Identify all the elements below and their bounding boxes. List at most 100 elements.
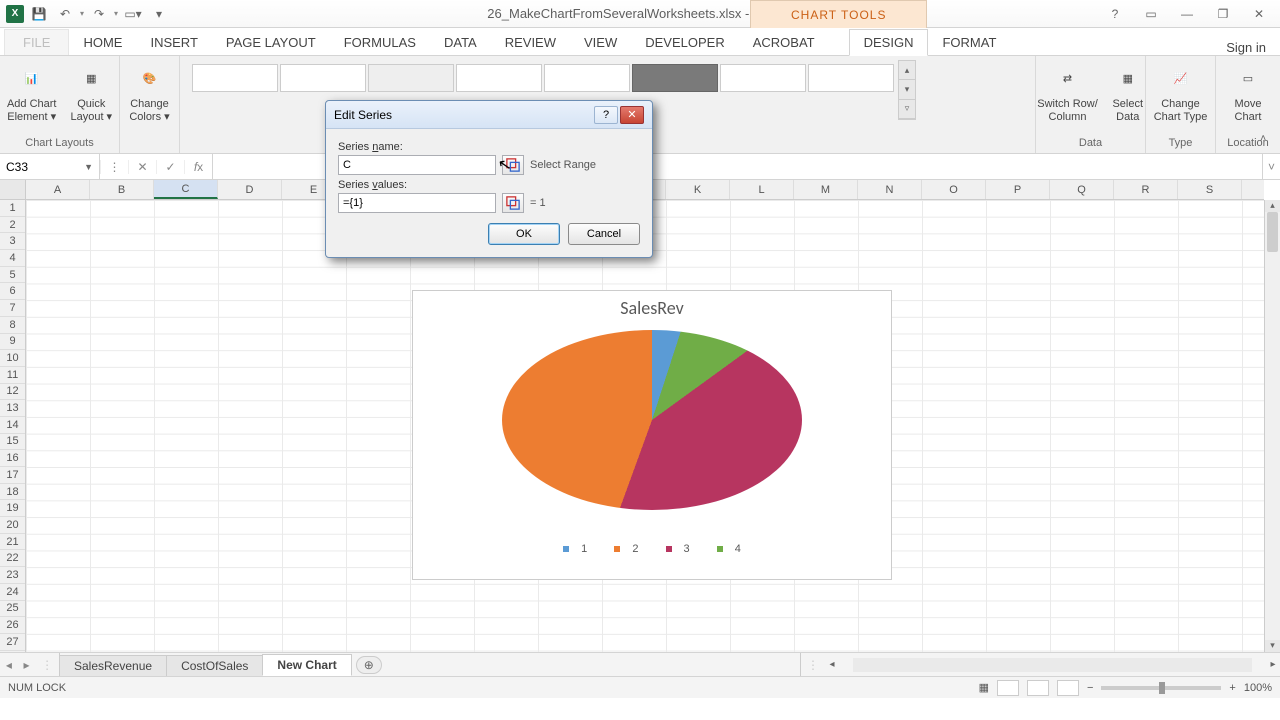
change-colors-button[interactable]: 🎨Change Colors ▾ [123, 60, 175, 128]
sign-in-link[interactable]: Sign in [1226, 40, 1280, 55]
row-header[interactable]: 9 [0, 334, 25, 351]
row-header[interactable]: 1 [0, 200, 25, 217]
view-pagelayout-button[interactable] [1027, 680, 1049, 696]
tab-acrobat[interactable]: ACROBAT [739, 30, 829, 55]
gallery-scroll[interactable]: ▴▾▿ [898, 60, 916, 120]
name-box-input[interactable] [6, 160, 76, 174]
select-all-corner[interactable] [0, 180, 25, 200]
sheet-tab-newchart[interactable]: New Chart [262, 654, 351, 676]
row-header[interactable]: 18 [0, 484, 25, 501]
tab-formulas[interactable]: FORMULAS [330, 30, 430, 55]
vertical-scrollbar[interactable]: ▴ ▾ [1264, 200, 1280, 652]
column-header[interactable]: N [858, 180, 922, 199]
view-normal-button[interactable] [997, 680, 1019, 696]
column-header[interactable]: K [666, 180, 730, 199]
switch-row-column-button[interactable]: ⇄Switch Row/ Column [1031, 60, 1104, 128]
column-header[interactable]: M [794, 180, 858, 199]
zoom-slider[interactable] [1101, 686, 1221, 690]
row-header[interactable]: 19 [0, 500, 25, 517]
macro-record-icon[interactable]: ▦ [979, 681, 989, 694]
horizontal-scrollbar[interactable]: ⋮ ◂▸ [800, 653, 1280, 676]
column-header[interactable]: L [730, 180, 794, 199]
minimize-icon[interactable]: — [1174, 4, 1200, 24]
cancel-button[interactable]: Cancel [568, 223, 640, 245]
name-box[interactable]: ▼ [0, 154, 100, 179]
row-header[interactable]: 27 [0, 634, 25, 651]
pie-chart[interactable] [502, 330, 802, 510]
row-header[interactable]: 24 [0, 584, 25, 601]
add-chart-element-button[interactable]: 📊Add Chart Element ▾ [1, 60, 63, 128]
zoom-out-button[interactable]: − [1087, 682, 1093, 694]
fx-icon[interactable]: fx [184, 160, 212, 174]
sheet-tab-salesrevenue[interactable]: SalesRevenue [59, 655, 167, 676]
row-header[interactable]: 20 [0, 517, 25, 534]
column-header[interactable]: S [1178, 180, 1242, 199]
row-header[interactable]: 5 [0, 267, 25, 284]
ribbon-display-icon[interactable]: ▭ [1138, 4, 1164, 24]
tab-home[interactable]: HOME [69, 30, 136, 55]
sheet-nav-first-icon[interactable]: ◂ [6, 658, 12, 672]
column-header[interactable]: O [922, 180, 986, 199]
qat-customize[interactable]: ▾ [148, 3, 170, 25]
tab-review[interactable]: REVIEW [491, 30, 570, 55]
row-header[interactable]: 7 [0, 300, 25, 317]
chart-title[interactable]: SalesRev [413, 297, 891, 319]
row-header[interactable]: 6 [0, 283, 25, 300]
row-header[interactable]: 4 [0, 250, 25, 267]
tab-data[interactable]: DATA [430, 30, 491, 55]
tab-design[interactable]: DESIGN [849, 29, 929, 56]
row-header[interactable]: 22 [0, 550, 25, 567]
fx-dropdown-icon[interactable]: ⋮ [100, 160, 128, 174]
collapse-ribbon-icon[interactable]: ˄ [1260, 133, 1276, 149]
change-chart-type-button[interactable]: 📈Change Chart Type [1148, 60, 1214, 128]
column-header[interactable]: R [1114, 180, 1178, 199]
zoom-level[interactable]: 100% [1244, 682, 1272, 694]
move-chart-button[interactable]: ▭Move Chart [1226, 60, 1270, 128]
select-data-button[interactable]: ▦Select Data [1106, 60, 1150, 128]
view-pagebreak-button[interactable] [1057, 680, 1079, 696]
chevron-down-icon[interactable]: ▼ [84, 162, 93, 172]
new-sheet-button[interactable]: ⊕ [356, 656, 382, 674]
enter-formula-icon[interactable]: ✓ [156, 160, 184, 174]
close-icon[interactable]: ✕ [1246, 4, 1272, 24]
sheet-tab-costofsales[interactable]: CostOfSales [166, 655, 263, 676]
qat-redo[interactable]: ↷ [88, 3, 110, 25]
column-header[interactable]: Q [1050, 180, 1114, 199]
series-name-input[interactable] [338, 155, 496, 175]
qat-save[interactable]: 💾 [28, 3, 50, 25]
row-header[interactable]: 12 [0, 384, 25, 401]
row-header[interactable]: 25 [0, 601, 25, 618]
quick-layout-button[interactable]: ▦Quick Layout ▾ [64, 60, 118, 128]
qat-undo[interactable]: ↶ [54, 3, 76, 25]
tab-page-layout[interactable]: PAGE LAYOUT [212, 30, 330, 55]
row-header[interactable]: 10 [0, 350, 25, 367]
row-header[interactable]: 11 [0, 367, 25, 384]
column-header[interactable]: A [26, 180, 90, 199]
row-header[interactable]: 2 [0, 217, 25, 234]
tab-file[interactable]: FILE [4, 29, 69, 55]
row-header[interactable]: 23 [0, 567, 25, 584]
row-header[interactable]: 26 [0, 617, 25, 634]
column-header[interactable]: P [986, 180, 1050, 199]
qat-touch[interactable]: ▭▾ [122, 3, 144, 25]
chart-object[interactable]: SalesRev 1 2 3 4 [412, 290, 892, 580]
row-header[interactable]: 8 [0, 317, 25, 334]
cancel-formula-icon[interactable]: ✕ [128, 160, 156, 174]
row-header[interactable]: 14 [0, 417, 25, 434]
chart-legend[interactable]: 1 2 3 4 [413, 543, 891, 555]
series-values-input[interactable] [338, 193, 496, 213]
row-header[interactable]: 3 [0, 233, 25, 250]
column-header[interactable]: D [218, 180, 282, 199]
tab-view[interactable]: VIEW [570, 30, 631, 55]
sheet-nav-last-icon[interactable]: ▸ [23, 658, 29, 672]
column-header[interactable]: C [154, 180, 218, 199]
row-header[interactable]: 13 [0, 400, 25, 417]
column-header[interactable]: B [90, 180, 154, 199]
expand-formula-bar-icon[interactable]: ˅ [1262, 154, 1280, 179]
row-header[interactable]: 16 [0, 450, 25, 467]
dialog-help-button[interactable]: ? [594, 106, 618, 124]
series-values-range-button[interactable] [502, 193, 524, 213]
tab-developer[interactable]: DEVELOPER [631, 30, 738, 55]
row-header[interactable]: 15 [0, 434, 25, 451]
series-name-range-button[interactable] [502, 155, 524, 175]
